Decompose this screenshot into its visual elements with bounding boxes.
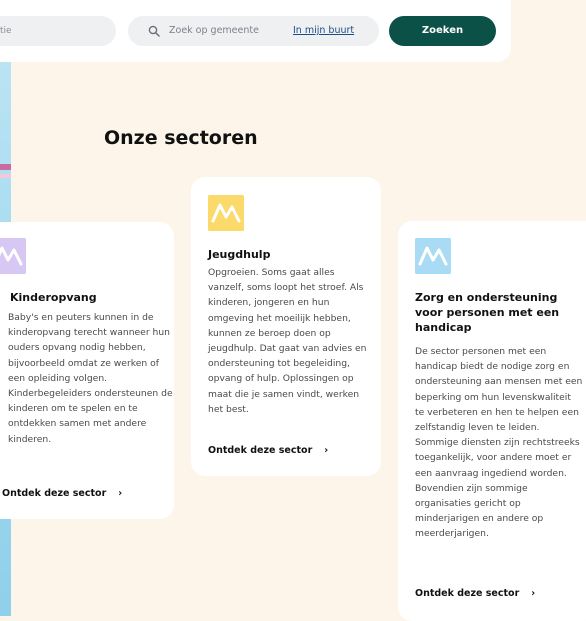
card-description: Opgroeien. Soms gaat alles vanzelf, soms…: [208, 267, 367, 415]
image-decoration: [0, 164, 11, 170]
sector-card-jeugdhulp: Jeugdhulp Opgroeien. Soms gaat alles van…: [191, 177, 381, 476]
cta-label: Ontdek deze sector: [415, 588, 520, 599]
municipality-search-field[interactable]: Zoek op gemeente In mijn buurt: [128, 16, 379, 46]
sector-filter-input[interactable]: tie: [0, 16, 116, 46]
discover-sector-link[interactable]: Ontdek deze sector ›: [2, 488, 122, 499]
image-decoration: [0, 174, 11, 178]
card-title: Zorg en ondersteuning voor personen met …: [415, 291, 560, 334]
cta-label: Ontdek deze sector: [208, 445, 313, 456]
search-button[interactable]: Zoeken: [389, 16, 496, 46]
card-title: Jeugdhulp: [208, 248, 271, 261]
sector-card-kinderopvang: Kinderopvang Baby's en peuters kunnen in…: [0, 222, 174, 519]
sector-logo-icon: [415, 238, 451, 274]
chevron-right-icon: ›: [324, 445, 329, 456]
chevron-right-icon: ›: [118, 488, 123, 499]
sector-logo-icon: [208, 195, 244, 231]
sector-filter-text: tie: [0, 26, 12, 36]
discover-sector-link[interactable]: Ontdek deze sector ›: [415, 588, 535, 599]
nearby-link[interactable]: In mijn buurt: [293, 16, 354, 46]
search-input[interactable]: Zoek op gemeente: [169, 16, 259, 46]
search-bar: tie Zoek op gemeente In mijn buurt Zoeke…: [0, 0, 511, 62]
search-icon: [148, 25, 160, 37]
sector-card-zorg: Zorg en ondersteuning voor personen met …: [398, 221, 586, 621]
card-description: Baby's en peuters kunnen in de kinderopv…: [8, 312, 173, 445]
section-title: Onze sectoren: [104, 127, 258, 149]
card-title: Kinderopvang: [10, 291, 97, 304]
chevron-right-icon: ›: [531, 588, 536, 599]
cta-label: Ontdek deze sector: [2, 488, 107, 499]
card-description: De sector personen met een handicap bied…: [415, 346, 583, 540]
sector-logo-icon: [0, 238, 26, 274]
discover-sector-link[interactable]: Ontdek deze sector ›: [208, 445, 328, 456]
